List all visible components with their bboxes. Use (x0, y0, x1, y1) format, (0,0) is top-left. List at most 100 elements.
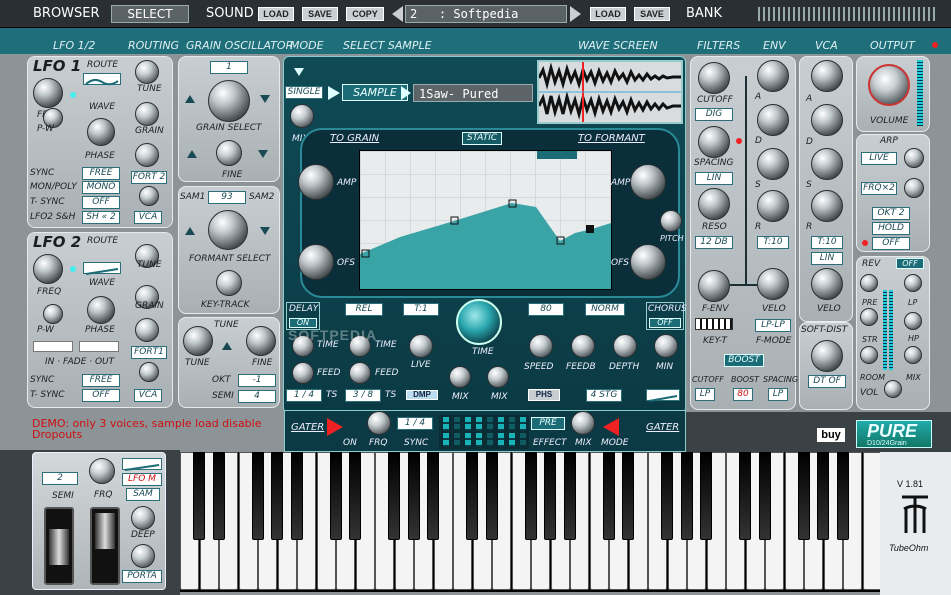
deep-knob[interactable] (131, 506, 155, 530)
key-track-knob[interactable] (216, 270, 242, 296)
chorus-speed-knob[interactable] (529, 334, 553, 358)
gater-step[interactable] (509, 433, 515, 447)
reso-knob[interactable] (698, 188, 730, 220)
boost-button[interactable]: BOOST (724, 354, 764, 367)
lfo1-phase-knob[interactable] (87, 118, 115, 146)
black-key[interactable] (251, 452, 264, 540)
fine-up-arrow-icon[interactable] (187, 150, 197, 158)
lfo2-fine-knob[interactable] (135, 318, 159, 342)
eighty-value[interactable]: 80 (528, 303, 564, 316)
preset-field[interactable]: 2 : Softpedia (405, 5, 567, 23)
black-key[interactable] (661, 452, 673, 540)
rev-str-knob[interactable] (860, 346, 878, 364)
norm-value[interactable]: NORM (585, 303, 625, 316)
fenv-knob[interactable] (698, 270, 730, 302)
vca-r-knob[interactable] (811, 190, 843, 222)
rev-hp-knob[interactable] (904, 346, 922, 364)
load-bank-button[interactable]: LOAD (590, 7, 626, 21)
gater-step[interactable] (454, 417, 460, 431)
cutoff-knob[interactable] (698, 62, 730, 94)
chorus-stg-value[interactable]: 4 STG (586, 389, 622, 402)
amp-left-knob[interactable] (298, 164, 334, 200)
grain-up-arrow-icon[interactable] (185, 95, 195, 103)
rev-vol-knob[interactable] (884, 380, 902, 398)
boost-value[interactable]: 80 (733, 388, 753, 401)
lfo1-grain-knob[interactable] (135, 102, 159, 126)
sam-value[interactable]: 93 (208, 191, 246, 204)
filter-dig-value[interactable]: DIG (695, 108, 733, 121)
black-key[interactable] (466, 452, 478, 540)
black-key[interactable] (427, 452, 439, 540)
sample-name-field[interactable]: 1Saw- Pured (413, 84, 533, 102)
lfo1-lfo2sh-value[interactable]: SH « 2 (82, 211, 120, 224)
spacing-knob[interactable] (698, 126, 730, 158)
lfo2-sync-value[interactable]: FREE (82, 374, 120, 387)
rev-lp-knob[interactable] (904, 312, 922, 330)
black-key[interactable] (602, 452, 615, 540)
gater-sync-value[interactable]: 1 / 4 (397, 417, 433, 430)
env-s-knob[interactable] (757, 148, 789, 180)
ofs-left-knob[interactable] (298, 244, 334, 280)
amp-right-knob[interactable] (630, 164, 666, 200)
black-key[interactable] (212, 452, 225, 540)
chorus-depth-knob[interactable] (613, 334, 637, 358)
lfo1-monopoly-value[interactable]: MONO (82, 181, 120, 194)
fine-down-arrow-icon[interactable] (258, 150, 268, 158)
lfo1-vca-value[interactable]: VCA (134, 211, 162, 224)
formant-select-knob[interactable] (208, 210, 248, 250)
chorus-min-knob[interactable] (654, 334, 678, 358)
lfo2-mod-knob[interactable] (139, 362, 159, 382)
gater-step[interactable] (443, 433, 449, 447)
black-key[interactable] (758, 452, 771, 540)
fine-tune-knob[interactable] (246, 326, 276, 356)
formant-scroll[interactable] (537, 151, 577, 159)
black-key[interactable] (797, 452, 810, 540)
chorus-off-toggle[interactable]: OFF (649, 318, 681, 328)
gater-step[interactable] (487, 417, 493, 431)
rev-off-toggle[interactable]: OFF (896, 258, 924, 269)
delay-ts2-value[interactable]: 3 / 8 (345, 389, 381, 402)
wave-screen[interactable] (537, 60, 683, 124)
lfo1-tune-knob[interactable] (135, 60, 159, 84)
lfo1-freq-knob[interactable] (33, 78, 63, 108)
next-preset-arrow-icon[interactable] (570, 6, 581, 22)
pitch-wheel[interactable] (44, 507, 74, 585)
lfo2-fort1-value[interactable]: FORT1 (131, 346, 167, 359)
gater-step[interactable] (454, 433, 460, 447)
delay-mix-knob[interactable] (449, 366, 471, 388)
chorus-phs-button[interactable]: PHS (528, 389, 560, 401)
black-key[interactable] (563, 452, 576, 540)
copy-sound-button[interactable]: COPY (346, 7, 384, 21)
gater-frq-knob[interactable] (367, 411, 391, 435)
gater-step[interactable] (509, 417, 515, 431)
gater-step[interactable] (520, 433, 526, 447)
soft-dist-value[interactable]: DT OF (808, 375, 846, 388)
black-key[interactable] (485, 452, 498, 540)
black-key[interactable] (739, 452, 751, 540)
black-key[interactable] (524, 452, 537, 540)
gater-step[interactable] (487, 433, 493, 447)
delay-dmp-button[interactable]: DMP (406, 390, 438, 400)
black-key[interactable] (329, 452, 342, 540)
grain-fine-knob[interactable] (216, 140, 242, 166)
sample-play-arrow-icon[interactable] (328, 86, 340, 100)
select-button[interactable]: SELECT (111, 5, 189, 23)
black-key[interactable] (544, 452, 556, 540)
black-key[interactable] (700, 452, 712, 540)
porta-knob[interactable] (131, 544, 155, 568)
lfo2-pw-knob[interactable] (43, 304, 63, 324)
gater-step[interactable] (443, 417, 449, 431)
soft-dist-knob[interactable] (811, 340, 843, 372)
pitch-knob[interactable] (660, 210, 682, 232)
arp-okt-value[interactable]: OKT 2 (872, 207, 910, 220)
vca-a-knob[interactable] (811, 60, 843, 92)
vca-lin-value[interactable]: LIN (811, 252, 843, 265)
tune-up-arrow-icon[interactable] (222, 342, 232, 350)
lfo2-phase-knob[interactable] (87, 296, 115, 324)
gater-mode-arrow-icon[interactable] (603, 418, 619, 436)
delay-ts1-value[interactable]: 1 / 4 (286, 389, 322, 402)
grain-down-arrow-icon[interactable] (260, 95, 270, 103)
rev-lp-top-knob[interactable] (904, 274, 922, 292)
single-mode-value[interactable]: SINGLE (285, 86, 323, 99)
lfo2-vca-value[interactable]: VCA (134, 389, 162, 402)
